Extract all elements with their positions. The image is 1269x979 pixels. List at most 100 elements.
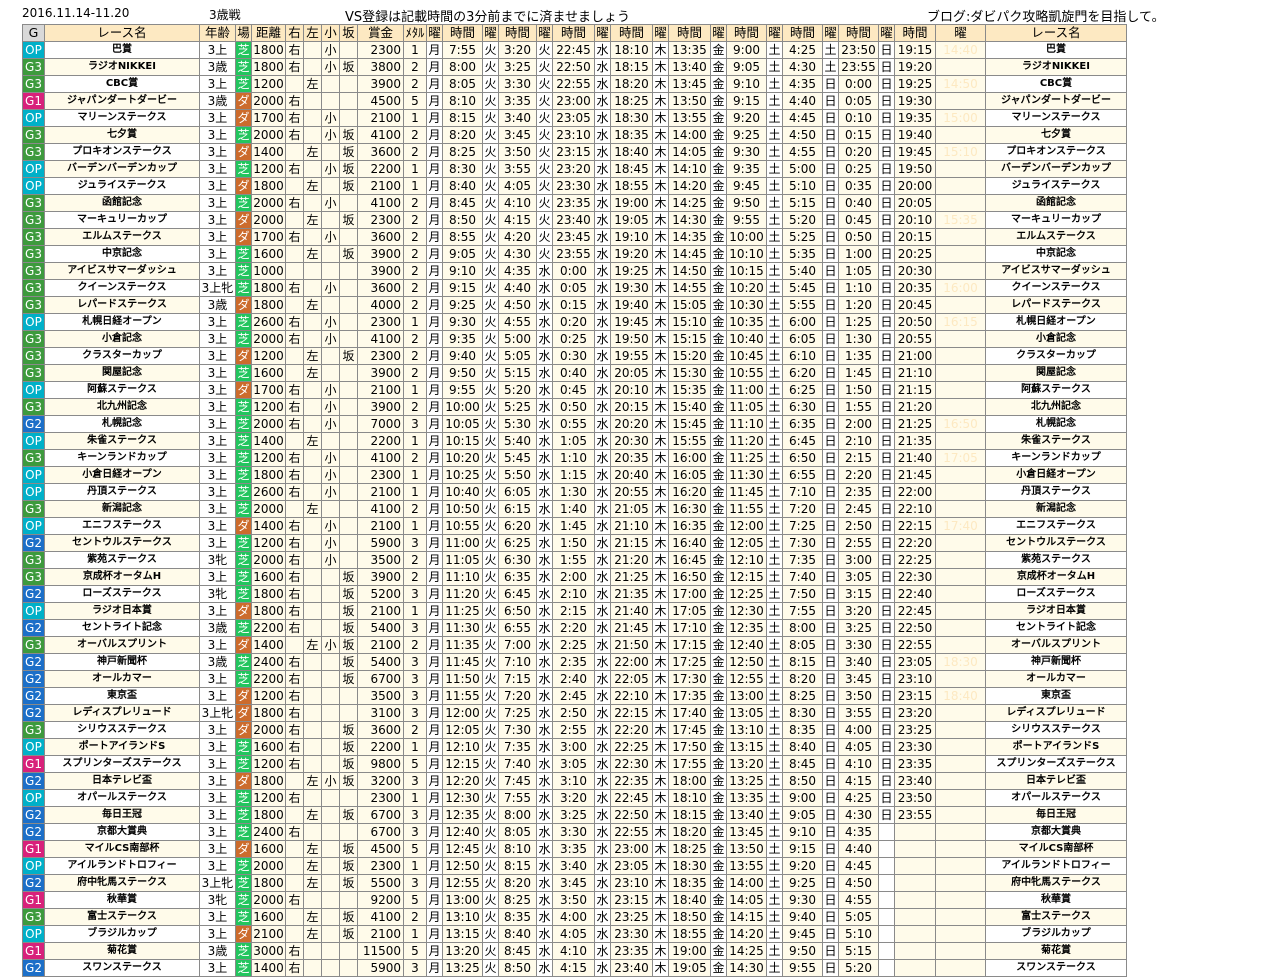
- weekday: 水: [594, 58, 611, 76]
- weekday: 木: [652, 959, 669, 977]
- start-time: 3:20: [552, 789, 595, 807]
- age-class: 3上: [199, 398, 236, 416]
- start-time: 12:40: [726, 636, 767, 654]
- weekday: 月: [426, 959, 443, 977]
- start-time: 2:40: [552, 670, 595, 688]
- track-type: 芝: [235, 891, 252, 909]
- start-time: 17:10: [668, 619, 711, 637]
- track-type: 芝: [235, 670, 252, 688]
- weekday: 木: [652, 721, 669, 739]
- start-time: 12:30: [442, 789, 483, 807]
- left-turn: [303, 721, 322, 739]
- race-name: ジャパンダートダービー: [44, 92, 200, 110]
- distance: 2000: [251, 857, 286, 875]
- start-time: 9:50: [726, 194, 767, 212]
- distance: 1800: [251, 296, 286, 314]
- grade-badge: G2: [22, 653, 45, 671]
- start-time: 3:05: [838, 568, 879, 586]
- weekday: 水: [594, 687, 611, 705]
- track-type: ダ: [235, 687, 252, 705]
- start-time: 4:00: [552, 908, 595, 926]
- start-time: 9:35: [726, 160, 767, 178]
- extra-time: [935, 704, 986, 722]
- grade-badge: G3: [22, 228, 45, 246]
- track-type: ダ: [235, 381, 252, 399]
- start-time: 4:10: [838, 755, 879, 773]
- start-time: 4:50: [838, 874, 879, 892]
- left-turn: [303, 483, 322, 501]
- track-type: ダ: [235, 143, 252, 161]
- prize: 2300: [357, 313, 404, 331]
- start-time: 12:10: [442, 738, 483, 756]
- start-time: 14:20: [668, 177, 711, 195]
- slope: 坂: [339, 755, 358, 773]
- start-time: 8:50: [498, 959, 537, 977]
- start-time: 13:20: [442, 942, 483, 960]
- weekday: 日: [822, 789, 839, 807]
- weekday: 金: [710, 143, 727, 161]
- small-track: 小: [321, 109, 340, 127]
- slope: 坂: [339, 211, 358, 229]
- column-header: 時間: [668, 24, 711, 42]
- weekday: 金: [710, 160, 727, 178]
- start-time: 22:20: [894, 534, 936, 552]
- start-time: 19:50: [610, 330, 653, 348]
- race-name: ジュライステークス: [44, 177, 200, 195]
- start-time: 18:00: [668, 772, 711, 790]
- medal: 2: [403, 330, 427, 348]
- weekday: 日: [878, 687, 895, 705]
- weekday: 木: [652, 262, 669, 280]
- start-time: 7:55: [498, 789, 537, 807]
- start-time: 23:05: [894, 653, 936, 671]
- start-time: 13:25: [726, 772, 767, 790]
- start-time: 11:50: [442, 670, 483, 688]
- race-name: 札幌日経オープン: [44, 313, 200, 331]
- race-row: OP 阿蘇ステークス 3上ダ 1700 右小 2100 1 月 9:55 火 5:20 水 0:45 水 2…: [22, 381, 1127, 399]
- start-time: 6:55: [782, 466, 823, 484]
- distance: 1200: [251, 789, 286, 807]
- weekday: 水: [536, 619, 553, 637]
- weekday: 木: [652, 245, 669, 263]
- distance: 1800: [251, 41, 286, 59]
- distance: 1200: [251, 755, 286, 773]
- right-turn: [285, 177, 304, 195]
- left-turn: [303, 415, 322, 433]
- start-time: 19:55: [610, 347, 653, 365]
- weekday: 水: [594, 823, 611, 841]
- race-name: スプリンターズステークス: [44, 755, 200, 773]
- race-row: G3 レパードステークス 3歳ダ 1800 左 4000 2 月 9:25 火 4:50 水 0:15 水…: [22, 296, 1127, 314]
- weekday: 火: [482, 874, 499, 892]
- weekday: 木: [652, 41, 669, 59]
- start-time: 22:15: [894, 517, 936, 535]
- vs-registration-note: VS登録は記載時間の3分前までに済ませましょう: [345, 10, 631, 25]
- right-turn: 右: [285, 823, 304, 841]
- weekday: 火: [482, 840, 499, 858]
- weekday: 日: [822, 347, 839, 365]
- medal: 2: [403, 126, 427, 144]
- race-schedule-table: G レース名 年齢場距離右左小坂賞金 ﾒﾀﾙ曜時間曜時間曜時間曜時間曜時間曜時間曜時間…: [22, 24, 1127, 977]
- start-time: 4:35: [838, 823, 879, 841]
- medal: 2: [403, 636, 427, 654]
- start-time: [894, 857, 936, 875]
- weekday: 火: [482, 738, 499, 756]
- prize: 2100: [357, 602, 404, 620]
- start-time: 13:55: [726, 857, 767, 875]
- column-header: 時間: [498, 24, 537, 42]
- start-time: 5:55: [782, 296, 823, 314]
- start-time: 12:50: [726, 653, 767, 671]
- start-time: 5:00: [498, 330, 537, 348]
- medal: 3: [403, 823, 427, 841]
- start-time: 10:40: [442, 483, 483, 501]
- left-turn: [303, 568, 322, 586]
- prize: 2100: [357, 381, 404, 399]
- slope: 坂: [339, 602, 358, 620]
- weekday: 水: [594, 500, 611, 518]
- weekday: 火: [482, 551, 499, 569]
- start-time: 13:00: [442, 891, 483, 909]
- weekday: 火: [482, 245, 499, 263]
- start-time: 10:15: [442, 432, 483, 450]
- prize: 2100: [357, 109, 404, 127]
- weekday: 月: [426, 160, 443, 178]
- right-turn: 右: [285, 959, 304, 977]
- start-time: 9:10: [442, 262, 483, 280]
